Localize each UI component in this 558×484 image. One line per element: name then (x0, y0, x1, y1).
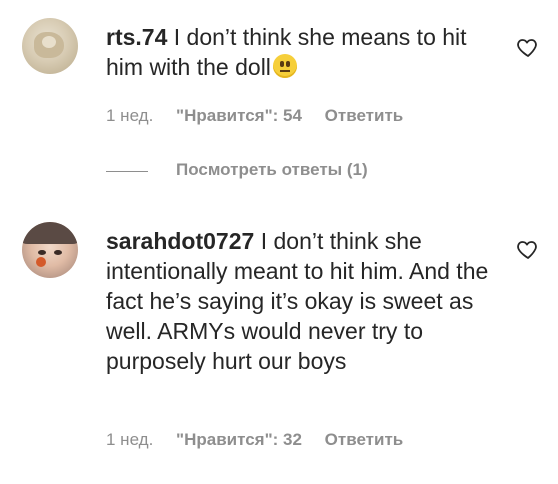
heart-outline-icon[interactable] (515, 237, 541, 261)
comment-text: sarahdot0727 I don’t think she intention… (106, 226, 491, 376)
comment-meta: 1 нед. "Нравится": 54 Ответить (106, 106, 421, 126)
avatar-image-detail (38, 250, 46, 255)
likes-count[interactable]: "Нравится": 32 (176, 430, 302, 449)
comment-meta: 1 нед. "Нравится": 32 Ответить (106, 430, 421, 450)
avatar[interactable] (22, 222, 78, 278)
neutral-face-emoji-icon (272, 54, 297, 78)
comment-text: rts.74 I don’t think she means to hit hi… (106, 22, 491, 82)
avatar[interactable] (22, 18, 78, 74)
avatar-image-detail (42, 36, 56, 48)
reply-button[interactable]: Ответить (325, 430, 404, 449)
likes-count[interactable]: "Нравится": 54 (176, 106, 302, 125)
avatar-image (22, 222, 78, 244)
reply-button[interactable]: Ответить (325, 106, 404, 125)
comment-1: rts.74 I don’t think she means to hit hi… (0, 0, 558, 200)
avatar-image-detail (54, 250, 62, 255)
avatar-image-detail (36, 257, 46, 267)
timestamp[interactable]: 1 нед. (106, 106, 153, 125)
view-replies-label[interactable]: Посмотреть ответы (1) (176, 160, 368, 180)
timestamp[interactable]: 1 нед. (106, 430, 153, 449)
username[interactable]: rts.74 (106, 24, 167, 50)
replies-divider (106, 171, 148, 172)
username[interactable]: sarahdot0727 (106, 228, 254, 254)
heart-outline-icon[interactable] (515, 35, 541, 59)
comment-2: sarahdot0727 I don’t think she intention… (0, 200, 558, 484)
